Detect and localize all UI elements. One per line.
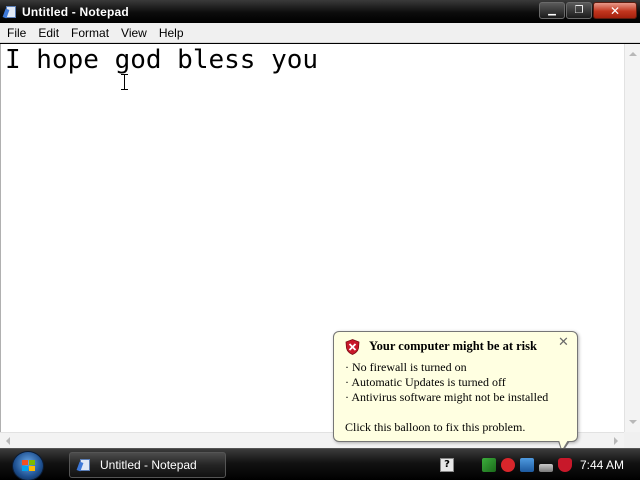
- balloon-line-updates: · Automatic Updates is turned off: [345, 375, 506, 389]
- security-balloon[interactable]: Your computer might be at risk ✕ · No fi…: [333, 331, 578, 442]
- security-center-icon[interactable]: [558, 458, 572, 472]
- balloon-title: Your computer might be at risk: [369, 339, 537, 353]
- scroll-corner: [624, 432, 640, 448]
- menu-help[interactable]: Help: [154, 26, 189, 40]
- close-button[interactable]: ✕: [593, 2, 637, 19]
- ibeam-cursor-icon: [121, 74, 129, 90]
- system-tray: [482, 458, 577, 474]
- app-icon[interactable]: [520, 458, 534, 472]
- network-icon[interactable]: [482, 458, 496, 472]
- scroll-up-icon[interactable]: [629, 52, 637, 56]
- taskbar: Untitled - Notepad ? 7:44 AM: [0, 448, 640, 480]
- minimize-button[interactable]: ▁: [539, 2, 565, 19]
- security-shield-icon: [345, 339, 360, 355]
- windows-logo-icon: [22, 460, 36, 473]
- start-button[interactable]: [12, 451, 44, 480]
- taskbar-button-notepad[interactable]: Untitled - Notepad: [69, 452, 226, 478]
- taskbar-button-label: Untitled - Notepad: [100, 458, 197, 472]
- volume-icon[interactable]: [539, 464, 553, 472]
- close-icon[interactable]: ✕: [557, 336, 570, 349]
- balloon-footer[interactable]: Click this balloon to fix this problem.: [345, 420, 525, 435]
- notepad-icon: [2, 5, 18, 19]
- notepad-icon: [76, 458, 92, 472]
- balloon-line-firewall: · No firewall is turned on: [345, 360, 467, 374]
- scroll-left-icon[interactable]: [6, 437, 10, 445]
- window-title: Untitled - Notepad: [22, 4, 129, 19]
- menu-file[interactable]: File: [2, 26, 31, 40]
- scroll-down-icon[interactable]: [629, 420, 637, 424]
- clock[interactable]: 7:44 AM: [580, 458, 624, 472]
- menu-view[interactable]: View: [116, 26, 152, 40]
- title-bar[interactable]: Untitled - Notepad ▁ ❐ ✕: [0, 0, 640, 23]
- security-alert-icon[interactable]: [501, 458, 515, 472]
- help-icon[interactable]: ?: [440, 458, 454, 472]
- balloon-list: · No firewall is turned on · Automatic U…: [345, 360, 548, 405]
- maximize-button[interactable]: ❐: [566, 2, 592, 19]
- scroll-right-icon[interactable]: [614, 437, 618, 445]
- editor-content[interactable]: I hope god bless you: [5, 44, 318, 76]
- balloon-line-antivirus: · Antivirus software might not be instal…: [345, 390, 549, 404]
- menu-format[interactable]: Format: [66, 26, 114, 40]
- menu-edit[interactable]: Edit: [33, 26, 64, 40]
- vertical-scrollbar[interactable]: [624, 44, 640, 432]
- menu-bar: File Edit Format View Help: [0, 23, 640, 43]
